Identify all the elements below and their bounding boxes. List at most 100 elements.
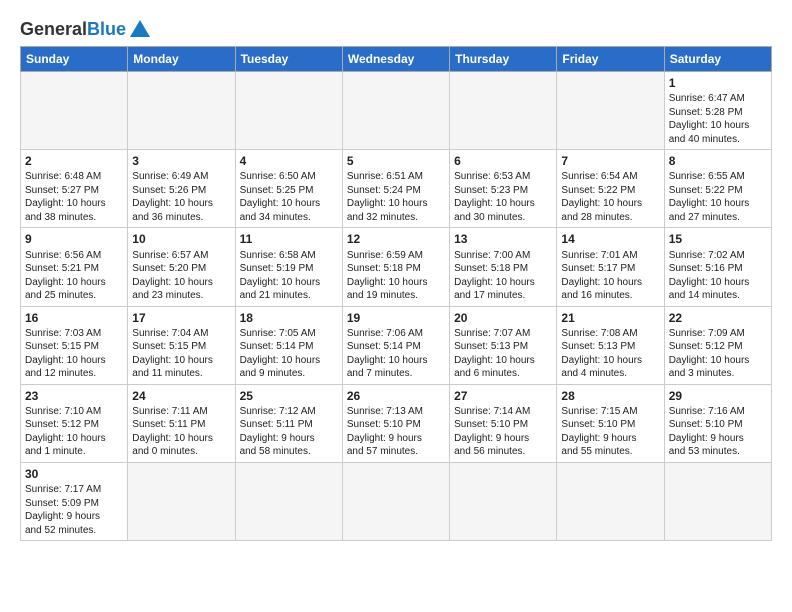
day-info: Sunrise: 6:50 AM Sunset: 5:25 PM Dayligh…: [240, 170, 338, 224]
calendar-week-row: 2Sunrise: 6:48 AM Sunset: 5:27 PM Daylig…: [21, 150, 772, 228]
day-info: Sunrise: 7:05 AM Sunset: 5:14 PM Dayligh…: [240, 327, 338, 381]
day-number: 29: [669, 388, 767, 404]
calendar-cell: 20Sunrise: 7:07 AM Sunset: 5:13 PM Dayli…: [450, 306, 557, 384]
day-info: Sunrise: 7:15 AM Sunset: 5:10 PM Dayligh…: [561, 405, 659, 459]
day-info: Sunrise: 7:12 AM Sunset: 5:11 PM Dayligh…: [240, 405, 338, 459]
calendar-cell: 8Sunrise: 6:55 AM Sunset: 5:22 PM Daylig…: [664, 150, 771, 228]
calendar-cell: 5Sunrise: 6:51 AM Sunset: 5:24 PM Daylig…: [342, 150, 449, 228]
calendar-cell: [235, 462, 342, 540]
day-number: 28: [561, 388, 659, 404]
day-info: Sunrise: 6:48 AM Sunset: 5:27 PM Dayligh…: [25, 170, 123, 224]
calendar-cell: 7Sunrise: 6:54 AM Sunset: 5:22 PM Daylig…: [557, 150, 664, 228]
day-number: 3: [132, 153, 230, 169]
calendar-table: SundayMondayTuesdayWednesdayThursdayFrid…: [20, 46, 772, 541]
calendar-cell: 2Sunrise: 6:48 AM Sunset: 5:27 PM Daylig…: [21, 150, 128, 228]
calendar-cell: [235, 72, 342, 150]
day-info: Sunrise: 7:04 AM Sunset: 5:15 PM Dayligh…: [132, 327, 230, 381]
calendar-cell: [128, 72, 235, 150]
day-number: 20: [454, 310, 552, 326]
calendar-cell: 6Sunrise: 6:53 AM Sunset: 5:23 PM Daylig…: [450, 150, 557, 228]
day-number: 18: [240, 310, 338, 326]
calendar-cell: [557, 462, 664, 540]
day-number: 14: [561, 231, 659, 247]
calendar-cell: 18Sunrise: 7:05 AM Sunset: 5:14 PM Dayli…: [235, 306, 342, 384]
day-info: Sunrise: 7:03 AM Sunset: 5:15 PM Dayligh…: [25, 327, 123, 381]
day-number: 21: [561, 310, 659, 326]
calendar-cell: [664, 462, 771, 540]
calendar-week-row: 1Sunrise: 6:47 AM Sunset: 5:28 PM Daylig…: [21, 72, 772, 150]
weekday-header-sunday: Sunday: [21, 47, 128, 72]
calendar-cell: 23Sunrise: 7:10 AM Sunset: 5:12 PM Dayli…: [21, 384, 128, 462]
calendar-cell: 17Sunrise: 7:04 AM Sunset: 5:15 PM Dayli…: [128, 306, 235, 384]
calendar-cell: 10 Sunrise: 6:57 AM Sunset: 5:20 PM Dayli…: [128, 228, 235, 306]
day-info: Sunrise: 6:53 AM Sunset: 5:23 PM Dayligh…: [454, 170, 552, 224]
weekday-header-saturday: Saturday: [664, 47, 771, 72]
day-number: 5: [347, 153, 445, 169]
day-number: 19: [347, 310, 445, 326]
day-number: 16: [25, 310, 123, 326]
calendar-cell: [128, 462, 235, 540]
day-info: Sunrise: 6:49 AM Sunset: 5:26 PM Dayligh…: [132, 170, 230, 224]
calendar-cell: 28Sunrise: 7:15 AM Sunset: 5:10 PM Dayli…: [557, 384, 664, 462]
day-number: 10: [132, 231, 230, 247]
weekday-header-monday: Monday: [128, 47, 235, 72]
calendar-cell: 1Sunrise: 6:47 AM Sunset: 5:28 PM Daylig…: [664, 72, 771, 150]
day-info: Sunrise: 7:06 AM Sunset: 5:14 PM Dayligh…: [347, 327, 445, 381]
logo: General Blue: [20, 16, 150, 38]
day-info: Sunrise: 6:57 AM Sunset: 5:20 PM Dayligh…: [132, 249, 230, 303]
day-number: 25: [240, 388, 338, 404]
calendar-cell: 15Sunrise: 7:02 AM Sunset: 5:16 PM Dayli…: [664, 228, 771, 306]
day-number: 26: [347, 388, 445, 404]
calendar-cell: 30Sunrise: 7:17 AM Sunset: 5:09 PM Dayli…: [21, 462, 128, 540]
day-number: 1: [669, 75, 767, 91]
day-info: Sunrise: 7:13 AM Sunset: 5:10 PM Dayligh…: [347, 405, 445, 459]
weekday-header-wednesday: Wednesday: [342, 47, 449, 72]
weekday-header-tuesday: Tuesday: [235, 47, 342, 72]
calendar-cell: [342, 462, 449, 540]
day-info: Sunrise: 7:09 AM Sunset: 5:12 PM Dayligh…: [669, 327, 767, 381]
calendar-cell: 22Sunrise: 7:09 AM Sunset: 5:12 PM Dayli…: [664, 306, 771, 384]
day-info: Sunrise: 7:00 AM Sunset: 5:18 PM Dayligh…: [454, 249, 552, 303]
calendar-cell: [342, 72, 449, 150]
day-number: 15: [669, 231, 767, 247]
calendar-cell: 3Sunrise: 6:49 AM Sunset: 5:26 PM Daylig…: [128, 150, 235, 228]
day-number: 12: [347, 231, 445, 247]
calendar-cell: [450, 72, 557, 150]
calendar-cell: 26Sunrise: 7:13 AM Sunset: 5:10 PM Dayli…: [342, 384, 449, 462]
calendar-cell: 9Sunrise: 6:56 AM Sunset: 5:21 PM Daylig…: [21, 228, 128, 306]
day-number: 11: [240, 231, 338, 247]
day-info: Sunrise: 7:11 AM Sunset: 5:11 PM Dayligh…: [132, 405, 230, 459]
weekday-header-friday: Friday: [557, 47, 664, 72]
day-info: Sunrise: 7:16 AM Sunset: 5:10 PM Dayligh…: [669, 405, 767, 459]
day-info: Sunrise: 6:54 AM Sunset: 5:22 PM Dayligh…: [561, 170, 659, 224]
day-number: 4: [240, 153, 338, 169]
day-info: Sunrise: 7:10 AM Sunset: 5:12 PM Dayligh…: [25, 405, 123, 459]
calendar-cell: 29Sunrise: 7:16 AM Sunset: 5:10 PM Dayli…: [664, 384, 771, 462]
calendar-cell: 14 Sunrise: 7:01 AM Sunset: 5:17 PM Dayli…: [557, 228, 664, 306]
logo-blue-text: Blue: [87, 20, 126, 38]
day-info: Sunrise: 7:01 AM Sunset: 5:17 PM Dayligh…: [561, 249, 659, 303]
logo-general-text: General: [20, 20, 87, 38]
calendar-week-row: 23Sunrise: 7:10 AM Sunset: 5:12 PM Dayli…: [21, 384, 772, 462]
day-info: Sunrise: 6:55 AM Sunset: 5:22 PM Dayligh…: [669, 170, 767, 224]
day-number: 24: [132, 388, 230, 404]
calendar-cell: [450, 462, 557, 540]
calendar-cell: 19Sunrise: 7:06 AM Sunset: 5:14 PM Dayli…: [342, 306, 449, 384]
calendar-cell: 24Sunrise: 7:11 AM Sunset: 5:11 PM Dayli…: [128, 384, 235, 462]
day-number: 30: [25, 466, 123, 482]
weekday-header-thursday: Thursday: [450, 47, 557, 72]
weekday-header-row: SundayMondayTuesdayWednesdayThursdayFrid…: [21, 47, 772, 72]
day-number: 6: [454, 153, 552, 169]
day-number: 22: [669, 310, 767, 326]
day-number: 8: [669, 153, 767, 169]
day-number: 27: [454, 388, 552, 404]
calendar-cell: 21Sunrise: 7:08 AM Sunset: 5:13 PM Dayli…: [557, 306, 664, 384]
day-info: Sunrise: 6:51 AM Sunset: 5:24 PM Dayligh…: [347, 170, 445, 224]
calendar-cell: [21, 72, 128, 150]
calendar-cell: 4Sunrise: 6:50 AM Sunset: 5:25 PM Daylig…: [235, 150, 342, 228]
day-number: 2: [25, 153, 123, 169]
calendar-cell: 13Sunrise: 7:00 AM Sunset: 5:18 PM Dayli…: [450, 228, 557, 306]
calendar-week-row: 16Sunrise: 7:03 AM Sunset: 5:15 PM Dayli…: [21, 306, 772, 384]
day-info: Sunrise: 6:56 AM Sunset: 5:21 PM Dayligh…: [25, 249, 123, 303]
header: General Blue: [20, 16, 772, 38]
